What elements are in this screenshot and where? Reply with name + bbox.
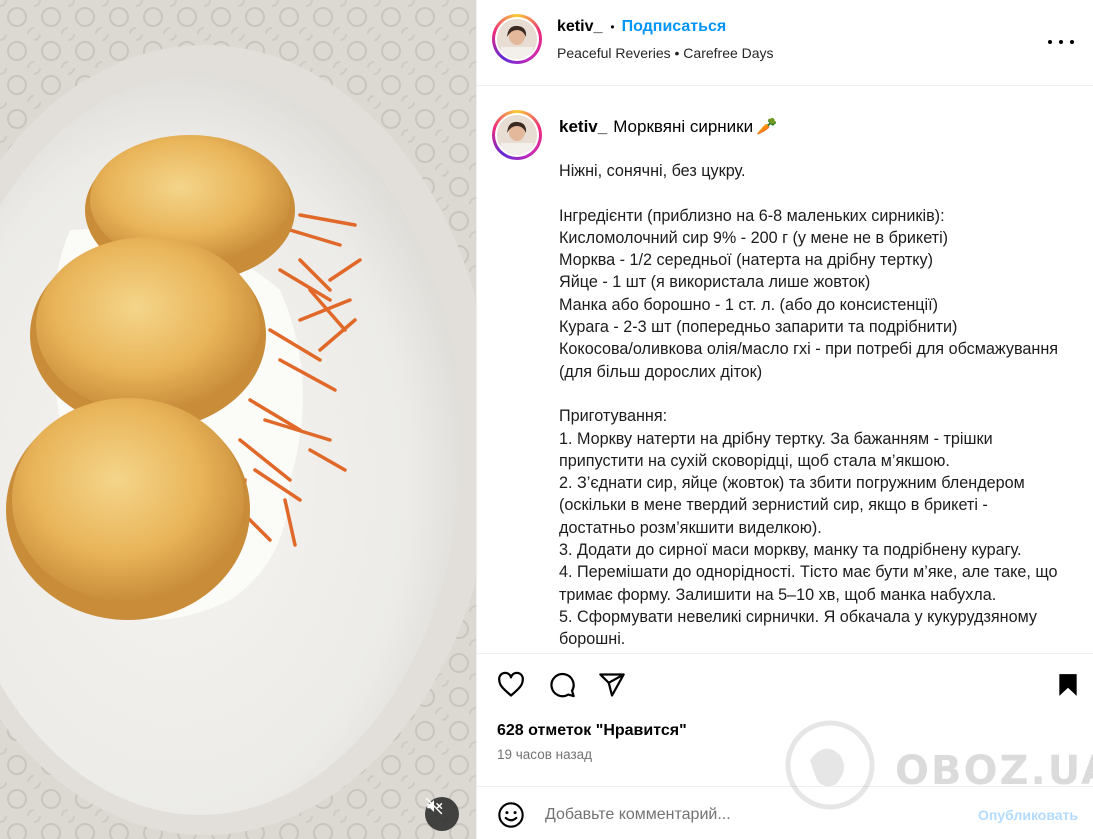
food-photo: [0, 0, 476, 839]
caption-line: Кокосова/оливкова олія/масло гхі - при п…: [559, 340, 1059, 381]
caption-username[interactable]: ketiv_: [559, 117, 607, 137]
caption-line: 1. Моркву натерти на дрібну тертку. За б…: [559, 429, 993, 470]
follow-button[interactable]: Подписаться: [622, 18, 727, 36]
caption-title: Морквяні сирники: [613, 117, 754, 136]
caption-line: Приготування:: [559, 407, 668, 426]
share-button[interactable]: [597, 670, 627, 700]
caption-avatar[interactable]: [492, 110, 542, 160]
separator-dot: •: [610, 20, 615, 34]
emoji-button[interactable]: [497, 801, 525, 829]
mute-button[interactable]: [425, 797, 459, 831]
caption-line: Ніжні, сонячні, без цукру.: [559, 162, 746, 180]
caption-line: Курага - 2-3 шт (попередньо запарити та …: [559, 318, 958, 337]
audio-subtitle[interactable]: Peaceful Reveries • Carefree Days: [557, 45, 774, 61]
caption-line: 2. З’єднати сир, яйце (жовток) та збити …: [559, 474, 1025, 537]
post-media[interactable]: [0, 0, 476, 839]
avatar[interactable]: [492, 14, 542, 64]
action-bar: [477, 664, 1093, 708]
comment-button[interactable]: [547, 670, 577, 700]
heart-icon: [498, 671, 524, 697]
bookmark-icon: [1059, 674, 1077, 696]
username-link[interactable]: ketiv_: [557, 18, 602, 36]
comment-icon: [550, 672, 575, 698]
caption-line: Морква - 1/2 середньої (натерта на дрібн…: [559, 251, 934, 270]
post-header: ketiv_ • Подписаться Peaceful Reveries •…: [477, 0, 1093, 86]
caption-line: Кисломолочний сир 9% - 200 г (у мене не …: [559, 228, 949, 247]
caption-line: Інгредієнти (приблизно на 6-8 маленьких …: [559, 206, 945, 225]
publish-button[interactable]: Опубликовать: [978, 807, 1078, 823]
carrot-emoji: 🥕: [756, 117, 778, 136]
more-options-icon[interactable]: [1048, 30, 1074, 54]
post-time[interactable]: 19 часов назад: [497, 747, 592, 762]
comment-input[interactable]: [545, 801, 945, 829]
caption-line: 3. Додати до сирної маси моркву, манку т…: [559, 541, 1022, 560]
divider: [477, 653, 1093, 654]
caption-line: 4. Перемішати до однорідності. Тісто має…: [559, 563, 1058, 604]
save-button[interactable]: [1053, 670, 1083, 700]
comment-bar: Опубликовать: [477, 786, 1093, 839]
caption-line: Манка або борошно - 1 ст. л. (або до кон…: [559, 295, 939, 314]
share-icon: [599, 673, 625, 697]
caption-area: ketiv_ Морквяні сирники 🥕 Ніжні, сонячні…: [477, 87, 1093, 653]
caption-text: Ніжні, сонячні, без цукру. Інгредієнти (п…: [559, 160, 1059, 651]
caption-line: Яйце - 1 шт (я використала лише жовток): [559, 273, 871, 292]
like-button[interactable]: [496, 670, 526, 700]
caption-line: 5. Сформувати невеликі сирнички. Я обкач…: [559, 607, 1038, 649]
likes-count[interactable]: 628 отметок "Нравится": [497, 722, 687, 740]
muted-speaker-icon: [425, 797, 443, 815]
emoji-icon: [498, 802, 524, 828]
post-panel: ketiv_ • Подписаться Peaceful Reveries •…: [476, 0, 1093, 839]
